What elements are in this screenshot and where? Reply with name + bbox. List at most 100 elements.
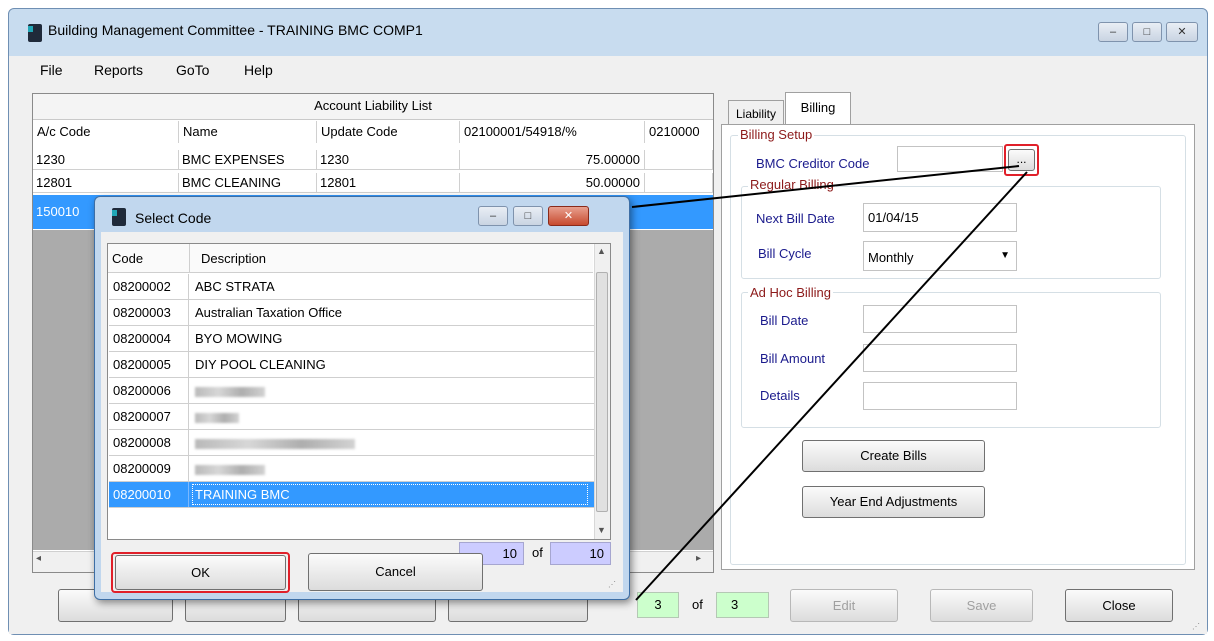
description-cell	[190, 404, 590, 429]
minimize-button[interactable]: –	[1098, 22, 1128, 42]
list-item[interactable]: 08200008	[109, 430, 594, 456]
list-item[interactable]: 08200007	[109, 404, 594, 430]
description-cell: Australian Taxation Office	[195, 305, 342, 320]
bill-cycle-label: Bill Cycle	[758, 246, 812, 261]
code-cell: 08200009	[109, 456, 189, 481]
column-header-code[interactable]: Code	[112, 251, 143, 266]
description-cell	[190, 456, 590, 481]
code-cell: 08200006	[109, 378, 189, 403]
list-item[interactable]: 08200002 ABC STRATA	[109, 274, 594, 300]
scrollbar-thumb[interactable]	[596, 272, 608, 512]
close-window-button[interactable]: ✕	[1166, 22, 1198, 42]
app-icon	[28, 24, 42, 42]
column-header-percent[interactable]: 02100001/54918/%	[460, 121, 645, 143]
scroll-right-icon[interactable]: ▸	[696, 553, 701, 564]
redacted-text	[195, 412, 239, 423]
description-cell: ABC STRATA	[195, 279, 275, 294]
bill-cycle-value: Monthly	[868, 250, 914, 265]
details-input[interactable]	[863, 382, 1017, 410]
column-header-description[interactable]: Description	[201, 251, 266, 266]
redacted-text	[195, 438, 355, 449]
create-bills-button[interactable]: Create Bills	[802, 440, 985, 472]
dialog-count-total: 10	[550, 542, 611, 565]
dialog-minimize-button[interactable]: –	[478, 206, 508, 226]
description-cell: BYO MOWING	[195, 331, 283, 346]
cancel-button[interactable]: Cancel	[308, 553, 483, 591]
code-cell: 08200002	[109, 274, 189, 299]
grid-cell[interactable]	[645, 173, 713, 193]
bill-cycle-select[interactable]: Monthly ▼	[863, 241, 1017, 271]
dialog-count-of-label: of	[532, 545, 543, 560]
column-header-extra[interactable]: 0210000	[645, 121, 713, 143]
grid-cell[interactable]: BMC EXPENSES	[179, 150, 317, 170]
code-cell: 08200003	[109, 300, 189, 325]
dialog-app-icon	[112, 208, 126, 226]
code-cell: 08200010	[109, 482, 189, 507]
bill-date-input[interactable]	[863, 305, 1017, 333]
grid-cell[interactable]: 75.00000	[460, 150, 645, 170]
close-button[interactable]: Close	[1065, 589, 1173, 622]
tab-liability[interactable]: Liability	[728, 100, 784, 124]
grid-cell[interactable]: 12801	[317, 173, 460, 193]
grid-cell[interactable]: 1230	[317, 150, 460, 170]
billing-setup-label: Billing Setup	[738, 127, 815, 142]
ok-button[interactable]: OK	[115, 555, 286, 590]
column-header-name[interactable]: Name	[179, 121, 317, 143]
grid-cell[interactable]: BMC CLEANING	[179, 173, 317, 193]
code-cell: 08200007	[109, 404, 189, 429]
bill-date-label: Bill Date	[760, 313, 809, 328]
next-bill-date-label: Next Bill Date	[756, 211, 835, 226]
menu-goto[interactable]: GoTo	[176, 62, 209, 78]
list-item[interactable]: 08200006	[109, 378, 594, 404]
list-item[interactable]: 08200009	[109, 456, 594, 482]
code-cell: 08200004	[109, 326, 189, 351]
grid-cell[interactable]: 1230	[33, 150, 179, 170]
record-total: 3	[716, 592, 769, 618]
chevron-down-icon[interactable]: ▼	[1000, 250, 1010, 261]
code-list-header	[108, 244, 593, 273]
creditor-browse-button[interactable]: ...	[1008, 149, 1035, 171]
column-header-update-code[interactable]: Update Code	[317, 121, 460, 143]
grid-cell[interactable]: 12801	[33, 173, 179, 193]
selected-list-item[interactable]: 08200010 TRAINING BMC	[109, 482, 594, 508]
grid-title: Account Liability List	[33, 94, 713, 120]
record-of-label: of	[692, 597, 703, 612]
resize-grip-icon[interactable]: ⋰	[1192, 622, 1200, 631]
maximize-button[interactable]: □	[1132, 22, 1162, 42]
list-item[interactable]: 08200003 Australian Taxation Office	[109, 300, 594, 326]
save-button[interactable]: Save	[930, 589, 1033, 622]
description-cell	[190, 378, 590, 403]
year-end-adjustments-button[interactable]: Year End Adjustments	[802, 486, 985, 518]
dialog-maximize-button[interactable]: □	[513, 206, 543, 226]
window-title: Building Management Committee - TRAINING…	[48, 22, 423, 38]
menu-help[interactable]: Help	[244, 62, 273, 78]
scroll-left-icon[interactable]: ◂	[36, 553, 41, 564]
tab-billing[interactable]: Billing	[785, 92, 851, 125]
grid-cell[interactable]	[645, 150, 713, 170]
dialog-close-button[interactable]: ✕	[548, 206, 589, 226]
edit-button[interactable]: Edit	[790, 589, 898, 622]
column-header-ac-code[interactable]: A/c Code	[33, 121, 179, 143]
scroll-down-icon[interactable]: ▼	[597, 525, 606, 535]
list-item[interactable]: 08200004 BYO MOWING	[109, 326, 594, 352]
scroll-up-icon[interactable]: ▲	[597, 246, 606, 256]
description-cell	[190, 430, 590, 455]
header-divider	[189, 244, 190, 273]
grid-cell[interactable]: 150010	[36, 204, 79, 219]
list-item[interactable]: 08200005 DIY POOL CLEANING	[109, 352, 594, 378]
grid-cell[interactable]: 50.00000	[460, 173, 645, 193]
code-cell: 08200005	[109, 352, 189, 377]
menu-file[interactable]: File	[40, 62, 63, 78]
next-bill-date-input[interactable]: 01/04/15	[863, 203, 1017, 232]
bill-amount-label: Bill Amount	[760, 351, 826, 366]
bill-amount-input[interactable]	[863, 344, 1017, 372]
creditor-code-input[interactable]	[897, 146, 1003, 172]
dialog-resize-grip-icon[interactable]: ⋰	[608, 580, 616, 589]
description-cell: DIY POOL CLEANING	[195, 357, 326, 372]
code-cell: 08200008	[109, 430, 189, 455]
creditor-code-label: BMC Creditor Code	[756, 156, 870, 171]
details-label: Details	[760, 388, 800, 403]
record-index[interactable]: 3	[637, 592, 679, 618]
redacted-text	[195, 386, 265, 397]
menu-reports[interactable]: Reports	[94, 62, 143, 78]
